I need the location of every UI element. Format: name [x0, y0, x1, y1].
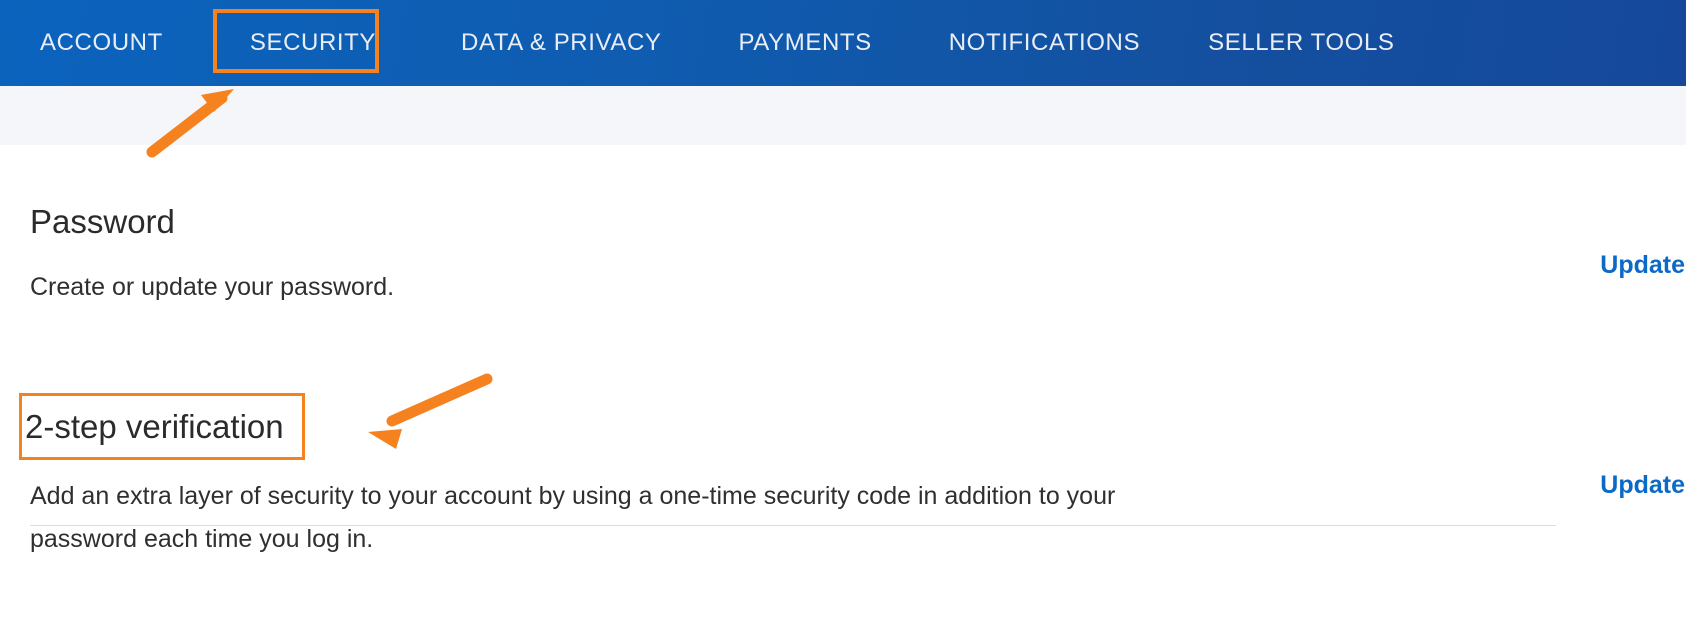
annotation-box-2-step-verification: 2-step verification: [19, 393, 305, 460]
password-section-description: Create or update your password.: [30, 273, 395, 301]
password-section: Password Create or update your password.: [30, 205, 1556, 309]
nav-tab-notifications[interactable]: NOTIFICATIONS: [949, 31, 1140, 55]
nav-tab-payments[interactable]: PAYMENTS: [738, 31, 871, 55]
nav-tab-seller-tools[interactable]: SELLER TOOLS: [1208, 31, 1394, 55]
password-section-title: Password: [30, 203, 175, 240]
two-step-verification-section-description: Add an extra layer of security to your a…: [30, 482, 1116, 553]
nav-tab-account[interactable]: ACCOUNT: [40, 31, 163, 55]
top-navigation-bar: ACCOUNT SECURITY DATA & PRIVACY PAYMENTS…: [0, 0, 1686, 86]
two-step-verification-section-title: 2-step verification: [25, 408, 284, 445]
nav-tab-list: ACCOUNT SECURITY DATA & PRIVACY PAYMENTS…: [0, 0, 1395, 86]
two-step-verification-update-link[interactable]: Update: [1600, 471, 1685, 500]
nav-tab-security[interactable]: SECURITY: [250, 31, 376, 55]
two-step-verification-section: 2-step verification Add an extra layer o…: [19, 393, 1556, 561]
security-settings-content: Password Create or update your password.…: [0, 145, 1686, 635]
password-update-link[interactable]: Update: [1600, 251, 1685, 280]
sub-header-band: [0, 86, 1686, 145]
nav-tab-data-privacy[interactable]: DATA & PRIVACY: [461, 31, 661, 55]
